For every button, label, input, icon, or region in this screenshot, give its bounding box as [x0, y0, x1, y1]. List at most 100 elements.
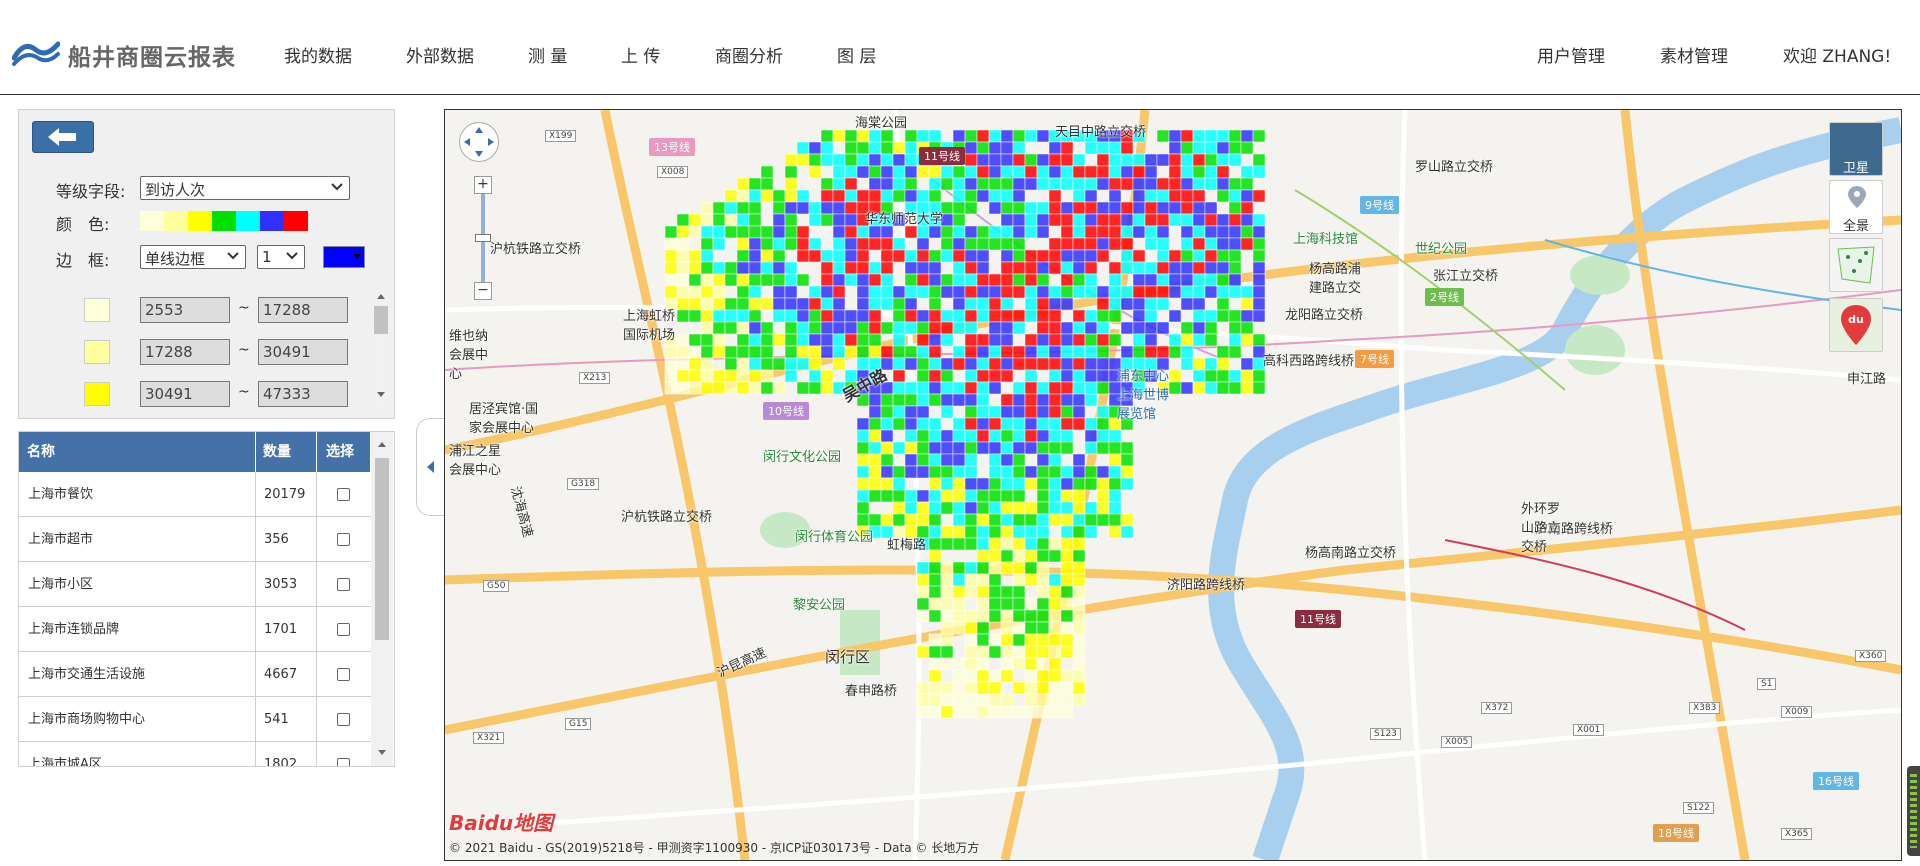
- heatmap-cell[interactable]: [1024, 177, 1038, 191]
- heatmap-cell[interactable]: [1096, 141, 1110, 155]
- heatmap-cell[interactable]: [988, 321, 1002, 335]
- heatmap-cell[interactable]: [964, 273, 978, 287]
- heatmap-cell[interactable]: [916, 165, 930, 179]
- heatmap-cell[interactable]: [1240, 129, 1254, 143]
- heatmap-cell[interactable]: [808, 297, 822, 311]
- heatmap-cell[interactable]: [1228, 261, 1242, 275]
- heatmap-cell[interactable]: [988, 309, 1002, 323]
- heatmap-cell[interactable]: [952, 621, 966, 635]
- heatmap-cell[interactable]: [1108, 309, 1122, 323]
- heatmap-cell[interactable]: [1024, 597, 1038, 611]
- heatmap-cell[interactable]: [988, 609, 1002, 623]
- heatmap-cell[interactable]: [1000, 609, 1014, 623]
- heatmap-cell[interactable]: [1204, 357, 1218, 371]
- heatmap-cell[interactable]: [1252, 129, 1266, 143]
- heatmap-cell[interactable]: [940, 465, 954, 479]
- heatmap-cell[interactable]: [736, 333, 750, 347]
- heatmap-cell[interactable]: [1084, 261, 1098, 275]
- heatmap-cell[interactable]: [1036, 645, 1050, 659]
- heatmap-cell[interactable]: [712, 297, 726, 311]
- heatmap-cell[interactable]: [844, 237, 858, 251]
- heatmap-cell[interactable]: [1060, 441, 1074, 455]
- heatmap-cell[interactable]: [892, 465, 906, 479]
- heatmap-cell[interactable]: [1036, 225, 1050, 239]
- heatmap-cell[interactable]: [1000, 297, 1014, 311]
- heatmap-cell[interactable]: [1012, 357, 1026, 371]
- heatmap-cell[interactable]: [1108, 333, 1122, 347]
- heatmap-cell[interactable]: [928, 465, 942, 479]
- heatmap-cell[interactable]: [1060, 237, 1074, 251]
- heatmap-cell[interactable]: [1108, 285, 1122, 299]
- heatmap-cell[interactable]: [748, 261, 762, 275]
- zoom-slider-handle[interactable]: [475, 234, 491, 242]
- heatmap-cell[interactable]: [1024, 513, 1038, 527]
- heatmap-cell[interactable]: [820, 261, 834, 275]
- heatmap-cell[interactable]: [1204, 225, 1218, 239]
- heatmap-cell[interactable]: [1084, 429, 1098, 443]
- heatmap-cell[interactable]: [784, 285, 798, 299]
- heatmap-cell[interactable]: [844, 189, 858, 203]
- heatmap-cell[interactable]: [1192, 153, 1206, 167]
- heatmap-cell[interactable]: [1096, 441, 1110, 455]
- heatmap-cell[interactable]: [1060, 153, 1074, 167]
- heatmap-cell[interactable]: [976, 705, 990, 719]
- heatmap-cell[interactable]: [1192, 141, 1206, 155]
- heatmap-cell[interactable]: [952, 393, 966, 407]
- heatmap-cell[interactable]: [964, 645, 978, 659]
- heatmap-cell[interactable]: [904, 129, 918, 143]
- heatmap-cell[interactable]: [760, 177, 774, 191]
- heatmap-cell[interactable]: [952, 429, 966, 443]
- range-from-input[interactable]: 30491: [140, 381, 230, 407]
- heatmap-cell[interactable]: [784, 369, 798, 383]
- heatmap-cell[interactable]: [904, 441, 918, 455]
- heatmap-cell[interactable]: [1024, 645, 1038, 659]
- heatmap-cell[interactable]: [1252, 369, 1266, 383]
- heatmap-cell[interactable]: [916, 285, 930, 299]
- heatmap-cell[interactable]: [1156, 285, 1170, 299]
- heatmap-cell[interactable]: [1240, 357, 1254, 371]
- heatmap-cell[interactable]: [1216, 261, 1230, 275]
- heatmap-cell[interactable]: [820, 345, 834, 359]
- heatmap-cell[interactable]: [1000, 273, 1014, 287]
- heatmap-cell[interactable]: [1180, 297, 1194, 311]
- heatmap-cell[interactable]: [988, 573, 1002, 587]
- heatmap-cell[interactable]: [712, 345, 726, 359]
- heatmap-cell[interactable]: [1072, 513, 1086, 527]
- heatmap-cell[interactable]: [712, 225, 726, 239]
- heatmap-cell[interactable]: [1240, 201, 1254, 215]
- heatmap-cell[interactable]: [760, 345, 774, 359]
- heatmap-cell[interactable]: [1060, 489, 1074, 503]
- heatmap-cell[interactable]: [736, 237, 750, 251]
- heatmap-cell[interactable]: [1036, 585, 1050, 599]
- heatmap-cell[interactable]: [964, 369, 978, 383]
- heatmap-cell[interactable]: [1072, 225, 1086, 239]
- heatmap-cell[interactable]: [976, 249, 990, 263]
- heatmap-cell[interactable]: [952, 177, 966, 191]
- heatmap-cell[interactable]: [1012, 177, 1026, 191]
- heatmap-cell[interactable]: [772, 273, 786, 287]
- heatmap-cell[interactable]: [1144, 189, 1158, 203]
- heatmap-cell[interactable]: [904, 393, 918, 407]
- heatmap-cell[interactable]: [1072, 489, 1086, 503]
- heatmap-cell[interactable]: [928, 429, 942, 443]
- heatmap-cell[interactable]: [904, 249, 918, 263]
- heatmap-cell[interactable]: [976, 561, 990, 575]
- heatmap-cell[interactable]: [1180, 381, 1194, 395]
- heatmap-cell[interactable]: [1036, 477, 1050, 491]
- heatmap-cell[interactable]: [868, 321, 882, 335]
- heatmap-cell[interactable]: [1240, 369, 1254, 383]
- heatmap-cell[interactable]: [1000, 657, 1014, 671]
- heatmap-cell[interactable]: [1192, 273, 1206, 287]
- heatmap-cell[interactable]: [1120, 249, 1134, 263]
- heatmap-cell[interactable]: [772, 333, 786, 347]
- heatmap-cell[interactable]: [1168, 273, 1182, 287]
- heatmap-cell[interactable]: [916, 357, 930, 371]
- heatmap-cell[interactable]: [1036, 285, 1050, 299]
- heatmap-cell[interactable]: [1180, 261, 1194, 275]
- heatmap-cell[interactable]: [1012, 621, 1026, 635]
- heatmap-cell[interactable]: [1216, 309, 1230, 323]
- heatmap-cell[interactable]: [724, 297, 738, 311]
- heatmap-cell[interactable]: [904, 273, 918, 287]
- heatmap-cell[interactable]: [760, 333, 774, 347]
- heatmap-cell[interactable]: [1252, 273, 1266, 287]
